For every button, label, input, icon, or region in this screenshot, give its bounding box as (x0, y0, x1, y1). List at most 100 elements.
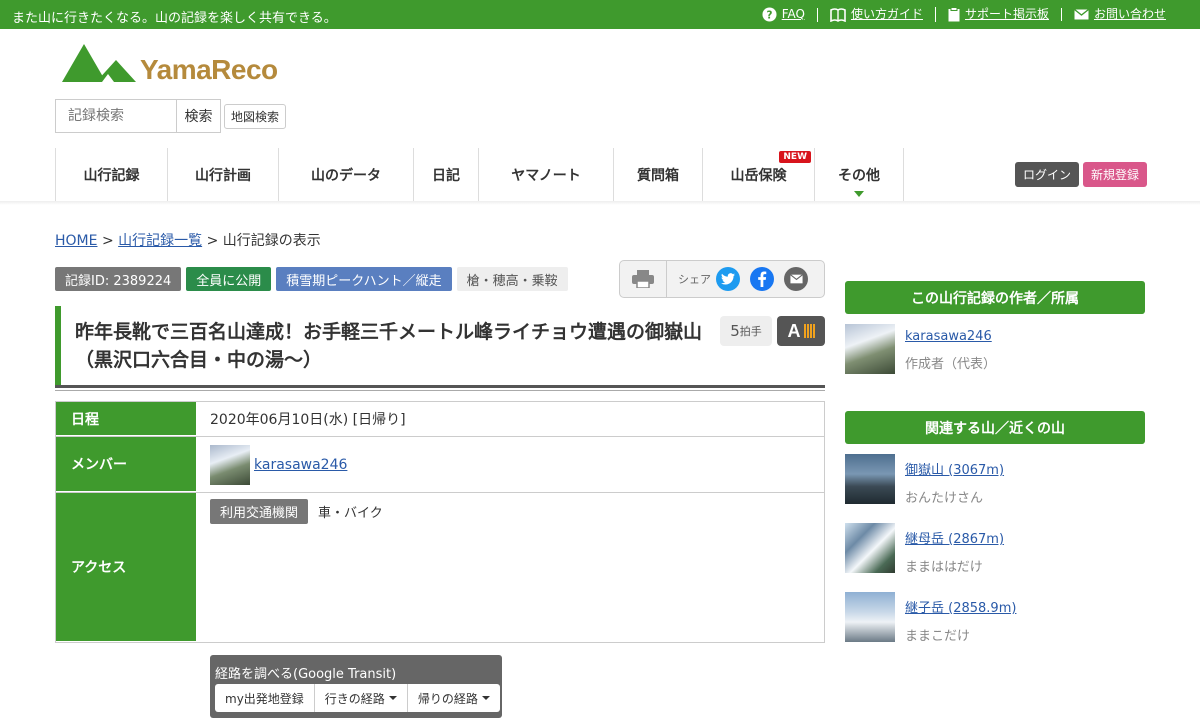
record-title-box: 昨年長靴で三百名山達成！お手軽三千メートル峰ライチョウ遭遇の御嶽山（黒沢口六合目… (55, 306, 825, 388)
nav-item-insurance[interactable]: 山岳保険 NEW (702, 148, 814, 201)
signup-button[interactable]: 新規登録 (1083, 162, 1148, 187)
contact-link[interactable]: お問い合わせ (1060, 8, 1178, 21)
breadcrumb-record-list[interactable]: 山行記録一覧 (118, 233, 202, 249)
nav-item-other[interactable]: その他 (814, 148, 904, 201)
share-bar: シェア (619, 260, 825, 298)
related-section-header: 関連する山／近くの山 (845, 411, 1145, 444)
support-board-link[interactable]: サポート掲示板 (934, 7, 1061, 22)
mountain-link[interactable]: 御嶽山 (3067m) (905, 459, 1004, 478)
mountain-reading: ままこだけ (905, 629, 971, 644)
logo-text: YamaReco (140, 54, 278, 85)
caret-down-icon (388, 696, 397, 700)
site-logo[interactable]: YamaReco (60, 42, 278, 84)
auth-buttons: ログイン 新規登録 (1015, 162, 1148, 187)
breadcrumb-separator: > (206, 233, 219, 249)
clipboard-icon (948, 7, 960, 22)
grade-letter: A (787, 320, 801, 341)
transit-button-group: my出発地登録 行きの経路 帰りの経路 (215, 684, 500, 712)
author-name-link[interactable]: karasawa246 (905, 329, 996, 344)
clap-button[interactable]: 5 拍手 (720, 316, 772, 346)
transit-title: 経路を調べる(Google Transit) (215, 667, 397, 682)
top-links: ? FAQ 使い方ガイド サポート掲示板 お問い合わせ (750, 7, 1178, 22)
support-board-link-label: サポート掲示板 (964, 7, 1049, 21)
avatar[interactable] (210, 444, 250, 485)
chevron-down-icon (854, 191, 864, 197)
svg-text:?: ? (766, 9, 772, 21)
related-mountain-item: 御嶽山 (3067m) おんたけさん (845, 454, 1145, 506)
nav-item-diary[interactable]: 日記 (413, 148, 478, 201)
nav-item-questions[interactable]: 質問箱 (613, 148, 702, 201)
book-icon (830, 7, 846, 22)
return-route-label: 帰りの経路 (417, 691, 478, 706)
question-circle-icon: ? (762, 7, 777, 22)
author-item: karasawa246 作成者（代表） (845, 324, 1145, 374)
author-role: 作成者（代表） (905, 357, 997, 372)
header-divider (0, 201, 1200, 205)
clap-count: 5 (730, 322, 740, 340)
category-badge[interactable]: 積雪期ピークハント／縦走 (276, 267, 452, 291)
print-button[interactable] (620, 261, 667, 297)
register-origin-label: my出発地登録 (225, 691, 304, 706)
record-search: 検索 地図検索 (55, 99, 287, 133)
return-route-button[interactable]: 帰りの経路 (406, 684, 500, 712)
google-transit-box: 経路を調べる(Google Transit) my出発地登録 行きの経路 帰りの… (210, 655, 502, 718)
mountain-link[interactable]: 継母岳 (2867m) (905, 528, 1004, 547)
breadcrumb-separator: > (101, 233, 114, 249)
info-row-member: メンバー karasawa246 (56, 436, 824, 492)
new-badge: NEW (779, 151, 811, 163)
register-origin-button[interactable]: my出発地登録 (215, 684, 314, 712)
envelope-icon (1074, 9, 1089, 20)
faq-link[interactable]: ? FAQ (750, 7, 817, 22)
nav-item-other-label: その他 (838, 167, 880, 184)
search-button[interactable]: 検索 (176, 99, 221, 133)
access-label: アクセス (56, 493, 196, 642)
clap-unit: 拍手 (739, 325, 762, 338)
author-section-header: この山行記録の作者／所属 (845, 281, 1145, 314)
facebook-icon[interactable] (750, 267, 774, 291)
mountain-logo-icon (62, 44, 136, 82)
transport-value: 車・バイク (318, 506, 383, 521)
info-row-date: 日程 2020年06月10日(水) [日帰り] (56, 402, 824, 436)
mountain-reading: ままははだけ (905, 560, 983, 575)
main-nav: 山行記録 山行計画 山のデータ 日記 ヤマノート 質問箱 山岳保険 NEW その… (55, 148, 904, 201)
grade-bars-icon (803, 324, 815, 338)
nav-item-plans[interactable]: 山行計画 (167, 148, 278, 201)
twitter-icon[interactable] (716, 267, 740, 291)
login-button[interactable]: ログイン (1015, 162, 1080, 187)
access-cell: 利用交通機関 車・バイク (196, 493, 824, 642)
breadcrumb-home[interactable]: HOME (55, 233, 97, 249)
caret-down-icon (481, 696, 490, 700)
breadcrumb: HOME > 山行記録一覧 > 山行記録の表示 (55, 230, 321, 250)
guide-link[interactable]: 使い方ガイド (816, 7, 935, 22)
member-link[interactable]: karasawa246 (254, 457, 347, 473)
visibility-badge: 全員に公開 (186, 267, 272, 291)
mountain-thumbnail[interactable] (845, 523, 895, 573)
mountain-link[interactable]: 継子岳 (2858.9m) (905, 597, 1016, 616)
related-mountain-item: 継子岳 (2858.9m) ままこだけ (845, 592, 1145, 644)
member-cell: karasawa246 (196, 437, 824, 492)
mountain-thumbnail[interactable] (845, 454, 895, 504)
guide-link-label: 使い方ガイド (850, 7, 923, 21)
tagline: また山に行きたくなる。山の記録を楽しく共有できる。 (12, 11, 337, 26)
author-avatar[interactable] (845, 324, 895, 374)
date-value: 2020年06月10日(水) [日帰り] (210, 412, 406, 428)
nav-item-yamanote[interactable]: ヤマノート (478, 148, 613, 201)
mail-share-icon[interactable] (784, 267, 808, 291)
map-search-button[interactable]: 地図検索 (224, 103, 287, 129)
nav-item-records[interactable]: 山行記録 (55, 148, 167, 201)
breadcrumb-current: 山行記録の表示 (222, 233, 321, 249)
mountain-reading: おんたけさん (905, 491, 984, 506)
search-input[interactable] (55, 99, 176, 133)
area-badge[interactable]: 槍・穂高・乗鞍 (456, 267, 568, 291)
sidebar-author: この山行記録の作者／所属 karasawa246 作成者（代表） (845, 281, 1145, 374)
sidebar-related-mountains: 関連する山／近くの山 御嶽山 (3067m) おんたけさん 継母岳 (2867m… (845, 411, 1145, 644)
faq-link-label: FAQ (781, 7, 805, 21)
mountain-thumbnail[interactable] (845, 592, 895, 642)
grade-badge[interactable]: A (777, 316, 825, 346)
record-id-badge: 記録ID: 2389224 (55, 267, 182, 291)
title-underline (55, 385, 825, 391)
outbound-route-label: 行きの経路 (324, 691, 385, 706)
nav-item-mountain-data[interactable]: 山のデータ (278, 148, 413, 201)
outbound-route-button[interactable]: 行きの経路 (313, 684, 407, 712)
record-tags: 記録ID: 2389224 全員に公開 積雪期ピークハント／縦走 槍・穂高・乗鞍 (55, 267, 573, 291)
